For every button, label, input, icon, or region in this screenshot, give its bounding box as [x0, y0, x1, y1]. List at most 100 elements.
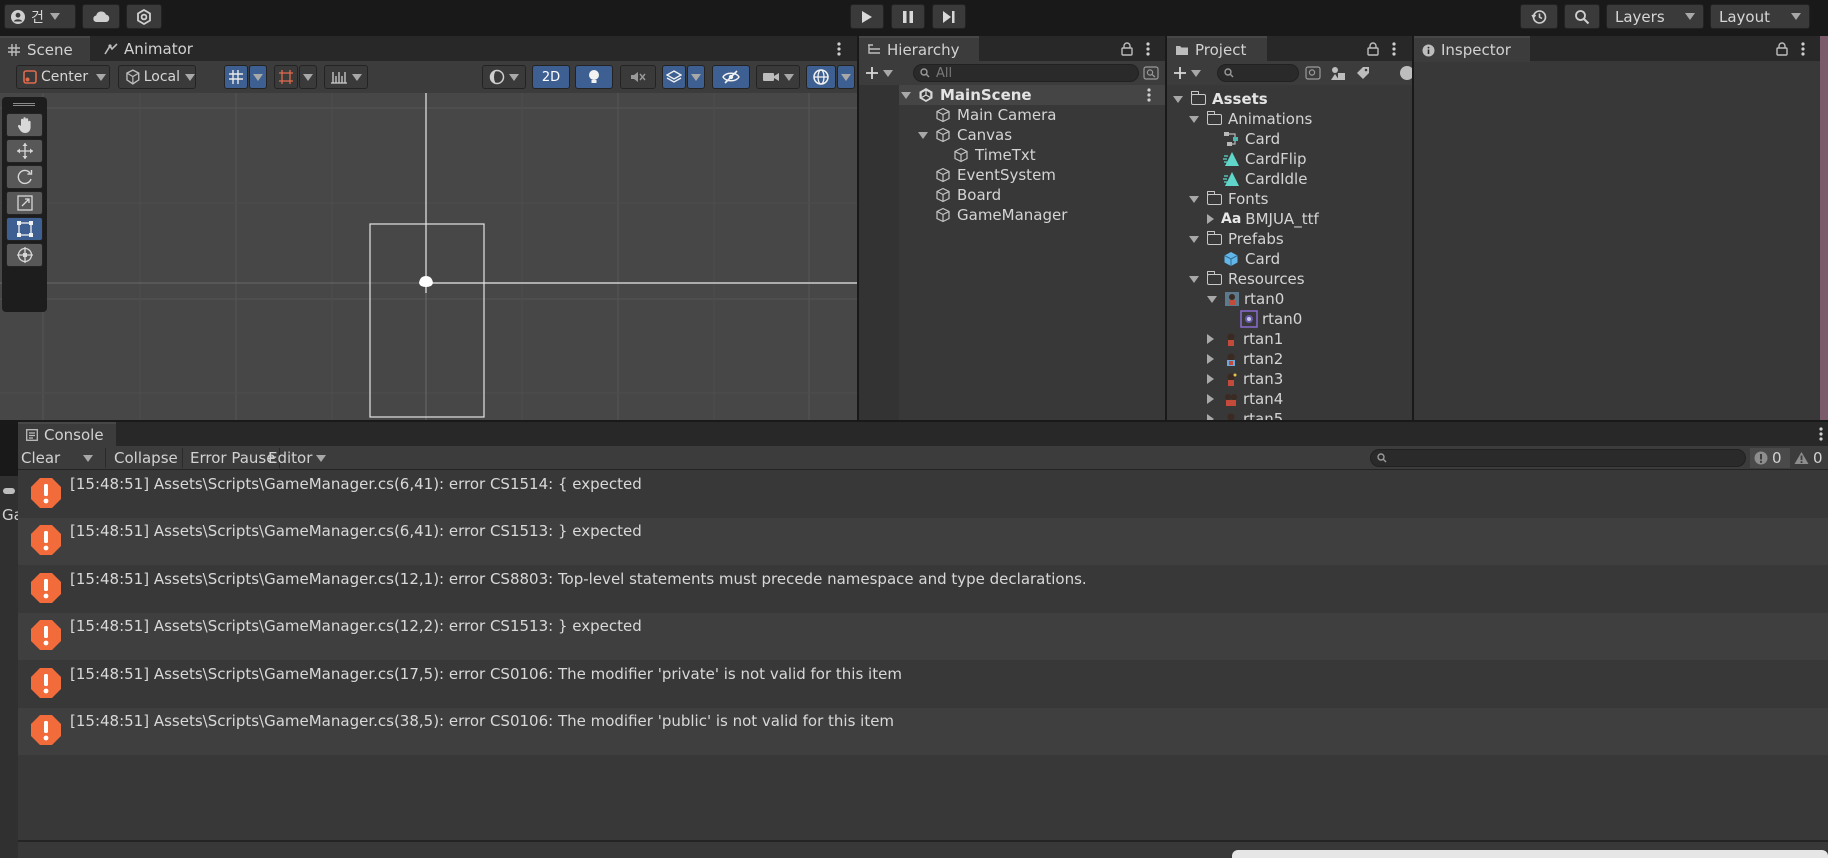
hierarchy-search-input[interactable]: All — [913, 64, 1139, 82]
palette-drag-handle[interactable] — [13, 103, 35, 106]
project-item-rtan5[interactable]: rtan5 — [1207, 409, 1283, 420]
warning-count-toggle[interactable]: 0 — [1794, 448, 1828, 468]
visibility-toggle[interactable] — [712, 65, 750, 89]
console-search-input[interactable] — [1370, 449, 1746, 467]
more-menu-icon[interactable] — [1800, 41, 1806, 57]
scene-search-icon[interactable] — [1143, 66, 1159, 80]
project-tab-bar: Project — [1167, 36, 1412, 62]
scene-viewport[interactable] — [0, 93, 857, 420]
collapse-label: Collapse — [114, 449, 178, 467]
cloud-button[interactable] — [82, 4, 120, 29]
space-dropdown[interactable]: Local — [118, 65, 196, 89]
gizmos-dropdown[interactable] — [837, 65, 855, 89]
project-item-rtan0[interactable]: rtan0 — [1207, 289, 1284, 309]
grid-snap-dropdown[interactable] — [249, 65, 267, 89]
console-log-message: [15:48:51] Assets\Scripts\GameManager.cs… — [70, 570, 1087, 588]
audio-toggle[interactable] — [620, 65, 656, 89]
error-count-toggle[interactable]: 0 — [1750, 448, 1790, 468]
gizmos-toggle[interactable] — [806, 65, 836, 89]
project-item-rtan3[interactable]: rtan3 — [1207, 369, 1283, 389]
collapse-toggle[interactable]: Collapse — [110, 448, 183, 468]
project-folder-fonts[interactable]: Fonts — [1189, 189, 1268, 209]
project-item-rtan4[interactable]: rtan4 — [1207, 389, 1283, 409]
effects-dropdown[interactable] — [687, 65, 705, 89]
layout-dropdown[interactable]: Layout — [1710, 4, 1810, 29]
hierarchy-item-board[interactable]: Board — [935, 185, 1001, 205]
tab-console[interactable]: Console — [18, 422, 116, 446]
lock-icon[interactable] — [1367, 42, 1379, 56]
more-menu-icon[interactable] — [1145, 41, 1151, 57]
hierarchy-item-eventsystem[interactable]: EventSystem — [935, 165, 1056, 185]
tab-hierarchy[interactable]: Hierarchy — [859, 36, 979, 62]
layers-dropdown[interactable]: Layers — [1606, 4, 1704, 29]
hierarchy-item-main-camera[interactable]: Main Camera — [935, 105, 1056, 125]
favorite-filter-icon[interactable] — [1399, 65, 1412, 81]
scene-menu-icon[interactable] — [836, 41, 842, 57]
hierarchy-item-gamemanager[interactable]: GameManager — [935, 205, 1067, 225]
console-log-row[interactable]: [15:48:51] Assets\Scripts\GameManager.cs… — [18, 518, 1828, 565]
shading-mode-dropdown[interactable] — [482, 65, 526, 89]
project-folder-animations[interactable]: Animations — [1189, 109, 1312, 129]
transform-tool-button[interactable] — [6, 243, 43, 267]
project-item-bmjua-font[interactable]: Aa BMJUA_ttf — [1207, 209, 1319, 229]
clear-options-dropdown[interactable] — [70, 448, 106, 468]
more-menu-icon[interactable] — [1391, 41, 1397, 57]
hierarchy-add-button[interactable] — [865, 64, 899, 82]
project-item-rtan0-sprite[interactable]: rtan0 — [1240, 309, 1302, 329]
project-search-input[interactable] — [1217, 64, 1299, 82]
scale-tool-button[interactable] — [6, 191, 43, 215]
project-item-cardidle[interactable]: CardIdle — [1223, 169, 1307, 189]
pause-button[interactable] — [891, 4, 925, 29]
scene-more-icon[interactable] — [1146, 87, 1152, 103]
pivot-dropdown[interactable]: Center — [16, 65, 110, 89]
tab-animator[interactable]: Animator — [96, 36, 206, 62]
hand-tool-button[interactable] — [6, 113, 43, 137]
project-item-cardflip[interactable]: CardFlip — [1223, 149, 1307, 169]
rotate-tool-button[interactable] — [6, 165, 43, 189]
project-item-card-prefab[interactable]: Card — [1223, 249, 1280, 269]
project-folder-resources[interactable]: Resources — [1189, 269, 1305, 289]
search-by-type-icon[interactable] — [1305, 66, 1321, 80]
console-log-row[interactable]: [15:48:51] Assets\Scripts\GameManager.cs… — [18, 471, 1828, 518]
lighting-toggle[interactable] — [575, 65, 613, 89]
effects-toggle[interactable] — [662, 65, 686, 89]
account-dropdown[interactable]: 건 — [4, 4, 76, 29]
history-button[interactable] — [1520, 4, 1558, 29]
project-item-card-controller[interactable]: Card — [1223, 129, 1280, 149]
clear-button[interactable]: Clear — [21, 448, 60, 468]
project-add-button[interactable] — [1173, 64, 1207, 82]
project-item-rtan2[interactable]: rtan2 — [1207, 349, 1283, 369]
mode-2d-button[interactable]: 2D — [532, 65, 570, 89]
play-button[interactable] — [850, 4, 884, 29]
search-button[interactable] — [1564, 4, 1600, 29]
hierarchy-item-canvas[interactable]: Canvas — [918, 125, 1012, 145]
lock-icon[interactable] — [1776, 42, 1788, 56]
lock-icon[interactable] — [1121, 42, 1133, 56]
increment-snap-button[interactable] — [274, 65, 298, 89]
hierarchy-item-timetxt[interactable]: TimeTxt — [953, 145, 1036, 165]
filter-type-icon[interactable] — [1329, 65, 1347, 81]
project-item-rtan1[interactable]: rtan1 — [1207, 329, 1283, 349]
more-menu-icon[interactable] — [1818, 426, 1824, 442]
console-log-row[interactable]: [15:48:51] Assets\Scripts\GameManager.cs… — [18, 661, 1828, 708]
label-tag-icon[interactable] — [1355, 65, 1371, 81]
hierarchy-scene-row[interactable]: MainScene — [899, 85, 1165, 105]
increment-snap-dropdown[interactable] — [299, 65, 317, 89]
project-root-assets[interactable]: Assets — [1173, 89, 1268, 109]
rect-tool-button[interactable] — [6, 217, 43, 241]
console-log-row[interactable]: [15:48:51] Assets\Scripts\GameManager.cs… — [18, 708, 1828, 755]
ruler-button[interactable] — [324, 65, 368, 89]
project-folder-prefabs[interactable]: Prefabs — [1189, 229, 1284, 249]
console-log-row[interactable]: [15:48:51] Assets\Scripts\GameManager.cs… — [18, 566, 1828, 613]
folder-open-icon — [1206, 230, 1222, 245]
services-button[interactable] — [126, 4, 162, 29]
grid-snap-button[interactable] — [224, 65, 248, 89]
console-log-row[interactable]: [15:48:51] Assets\Scripts\GameManager.cs… — [18, 613, 1828, 660]
camera-dropdown[interactable] — [756, 65, 800, 89]
step-button[interactable] — [932, 4, 966, 29]
tab-inspector[interactable]: Inspector — [1414, 36, 1530, 62]
tab-scene[interactable]: Scene — [0, 36, 90, 62]
tab-project[interactable]: Project — [1167, 36, 1267, 62]
move-tool-button[interactable] — [6, 139, 43, 163]
editor-dropdown[interactable]: Editor — [264, 448, 330, 468]
